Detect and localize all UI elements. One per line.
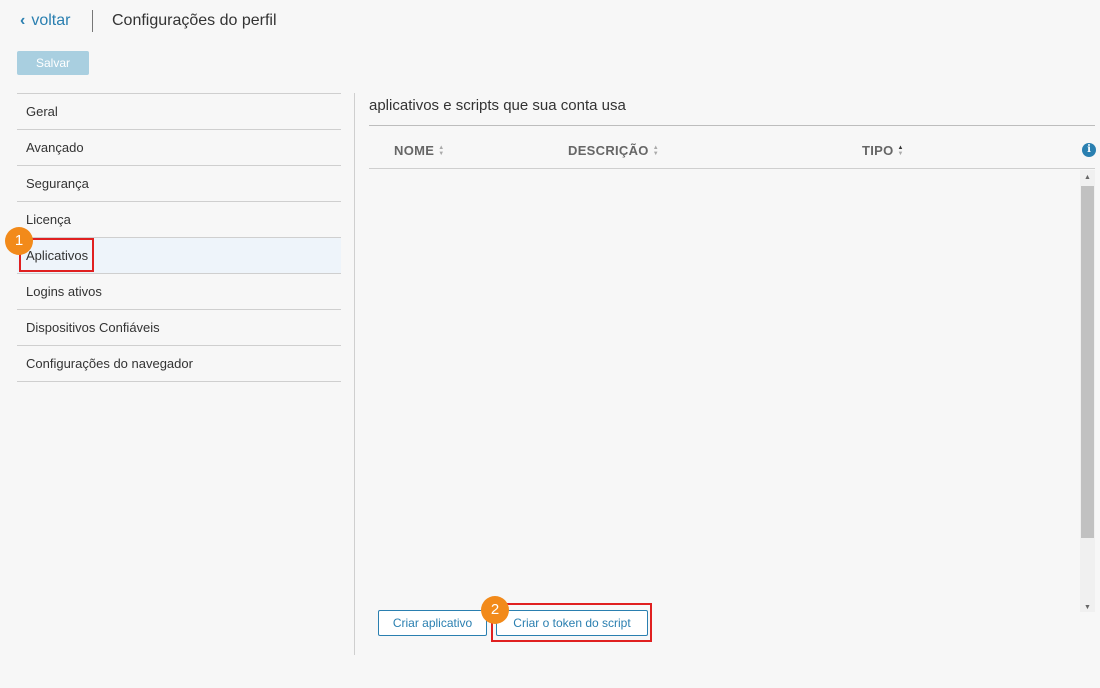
header-rule [369,168,1095,169]
sidebar-item-label: Logins ativos [26,284,102,299]
section-title: aplicativos e scripts que sua conta usa [369,97,626,114]
header-divider [92,10,93,32]
back-label: voltar [31,12,71,29]
back-link[interactable]: ‹ voltar [20,12,70,30]
sidebar-item-geral[interactable]: Geral [17,94,341,130]
page-title: Configurações do perfil [112,12,277,29]
sidebar-item-licenca[interactable]: Licença [17,202,341,238]
step-badge-2: 2 [481,596,509,624]
sort-icon: ▲ ▼ [438,144,445,157]
scroll-thumb[interactable] [1081,186,1094,538]
column-header-descricao[interactable]: DESCRIÇÃO ▲ ▼ [568,143,659,158]
sidebar-item-label: Segurança [26,176,89,191]
sort-icon: ▲ ▼ [652,144,659,157]
column-label: NOME [394,143,435,158]
sidebar-item-configuracoes-navegador[interactable]: Configurações do navegador [17,346,341,382]
column-label: TIPO [862,143,894,158]
sort-asc-icon: ▲ ▼ [897,144,904,157]
settings-sidebar: Geral Avançado Segurança Licença Aplicat… [17,93,341,382]
panel-divider [354,93,355,655]
sidebar-item-label: Aplicativos [26,248,89,263]
sidebar-item-label: Avançado [26,140,84,155]
sidebar-item-label: Dispositivos Confiáveis [26,320,160,335]
step-badge-1: 1 [5,227,33,255]
sidebar-item-aplicativos[interactable]: Aplicativos [17,238,341,274]
sidebar-item-avancado[interactable]: Avançado [17,130,341,166]
sidebar-item-label: Geral [26,104,58,119]
column-label: DESCRIÇÃO [568,143,649,158]
sidebar-item-logins-ativos[interactable]: Logins ativos [17,274,341,310]
scroll-down-icon[interactable]: ▼ [1080,602,1095,614]
chevron-left-icon: ‹ [20,12,26,29]
sidebar-item-label: Licença [26,212,71,227]
title-rule [369,125,1095,126]
info-icon[interactable]: i [1082,143,1096,157]
top-bar: ‹ voltar Configurações do perfil [0,0,1100,46]
column-header-tipo[interactable]: TIPO ▲ ▼ [862,143,904,158]
scroll-up-icon[interactable]: ▲ [1080,172,1095,184]
create-script-token-button[interactable]: Criar o token do script [496,610,648,636]
create-app-button[interactable]: Criar aplicativo [378,610,487,636]
sidebar-item-seguranca[interactable]: Segurança [17,166,341,202]
column-header-nome[interactable]: NOME ▲ ▼ [394,143,444,158]
save-button[interactable]: Salvar [17,51,89,75]
sidebar-item-label: Configurações do navegador [26,356,193,371]
sidebar-item-dispositivos-confiaveis[interactable]: Dispositivos Confiáveis [17,310,341,346]
